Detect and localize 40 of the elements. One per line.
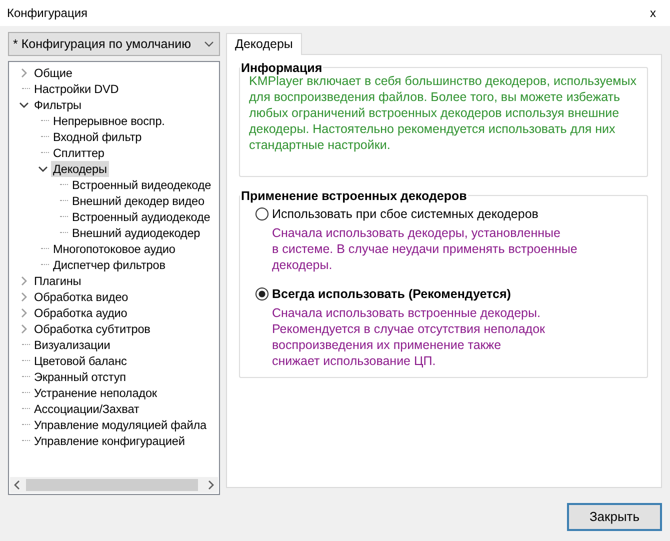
- tree-item[interactable]: Декодеры: [51, 160, 109, 177]
- tree-item[interactable]: Обработка аудио: [32, 304, 130, 321]
- tree-item[interactable]: Экранный отступ: [32, 368, 128, 385]
- tree-item[interactable]: Встроенный аудиодекоде: [70, 208, 212, 225]
- info-text: KMPlayer включает в себя большинство декодеров, используемых для воспроизведения файлов. Более того, вы можете избежать любых ограничений встроенных декодеров используя внешние декодеры. Настоятельно рекомендуется использовать для них стандартные настройки.: [249, 74, 638, 153]
- tree-item[interactable]: Настройки DVD: [32, 80, 121, 97]
- tree-item[interactable]: Плагины: [32, 272, 84, 289]
- tree-item[interactable]: Диспетчер фильтров: [51, 256, 168, 273]
- tree-item[interactable]: Сплиттер: [51, 144, 106, 161]
- radio-checked-icon[interactable]: [255, 286, 269, 301]
- chevron-down-icon: [204, 40, 214, 47]
- option-description: Сначала использовать декодеры, установленные в системе. В случае неудачи применять встроенные декодеры.: [272, 224, 578, 273]
- tree-item[interactable]: Устранение неполадок: [32, 384, 159, 401]
- close-button[interactable]: x: [642, 2, 664, 23]
- tree-item[interactable]: Входной фильтр: [51, 128, 144, 145]
- option-description: Сначала использовать встроенные декодеры. Рекомендуется в случае отсутствия неполадок воспроизведения их применение также снижает использование ЦП.: [272, 304, 546, 369]
- tree-item[interactable]: Многопотоковое аудио: [51, 240, 178, 257]
- tree-item[interactable]: Фильтры: [32, 96, 84, 113]
- profile-dropdown[interactable]: * Конфигурация по умолчанию: [8, 32, 220, 56]
- tree-item[interactable]: Внешний декодер видео: [70, 192, 206, 209]
- tree-item[interactable]: Внешний аудиодекодер: [70, 224, 202, 241]
- radio-option[interactable]: Всегда использовать (Рекомендуется): [255, 286, 639, 301]
- tree-item[interactable]: Визуализации: [32, 336, 112, 353]
- horizontal-scrollbar[interactable]: [10, 476, 218, 493]
- tab[interactable]: Декодеры: [226, 32, 302, 55]
- window-title: Конфигурация: [7, 6, 88, 20]
- radio-option[interactable]: Использовать при сбое системных декодеров: [255, 206, 639, 221]
- tree-item[interactable]: Управление конфигурацией: [32, 432, 187, 449]
- group-title: Применение встроенных декодеров: [240, 188, 468, 203]
- tree-item[interactable]: Обработка видео: [32, 288, 130, 305]
- group-title: Информация: [240, 60, 324, 75]
- tree-item[interactable]: Встроенный видеодекоде: [70, 176, 214, 193]
- tree-item[interactable]: Цветовой баланс: [32, 352, 129, 369]
- tree-item[interactable]: Ассоциации/Захват: [32, 400, 142, 417]
- radio-unchecked-icon[interactable]: [255, 206, 269, 221]
- close-dialog-button[interactable]: Закрыть: [567, 502, 662, 531]
- tree-item[interactable]: Управление модуляцией файла: [32, 416, 208, 433]
- tree-item[interactable]: Общие: [32, 64, 74, 81]
- tree-item[interactable]: Обработка субтитров: [32, 320, 152, 337]
- tree-item[interactable]: Непрерывное воспр.: [51, 112, 167, 129]
